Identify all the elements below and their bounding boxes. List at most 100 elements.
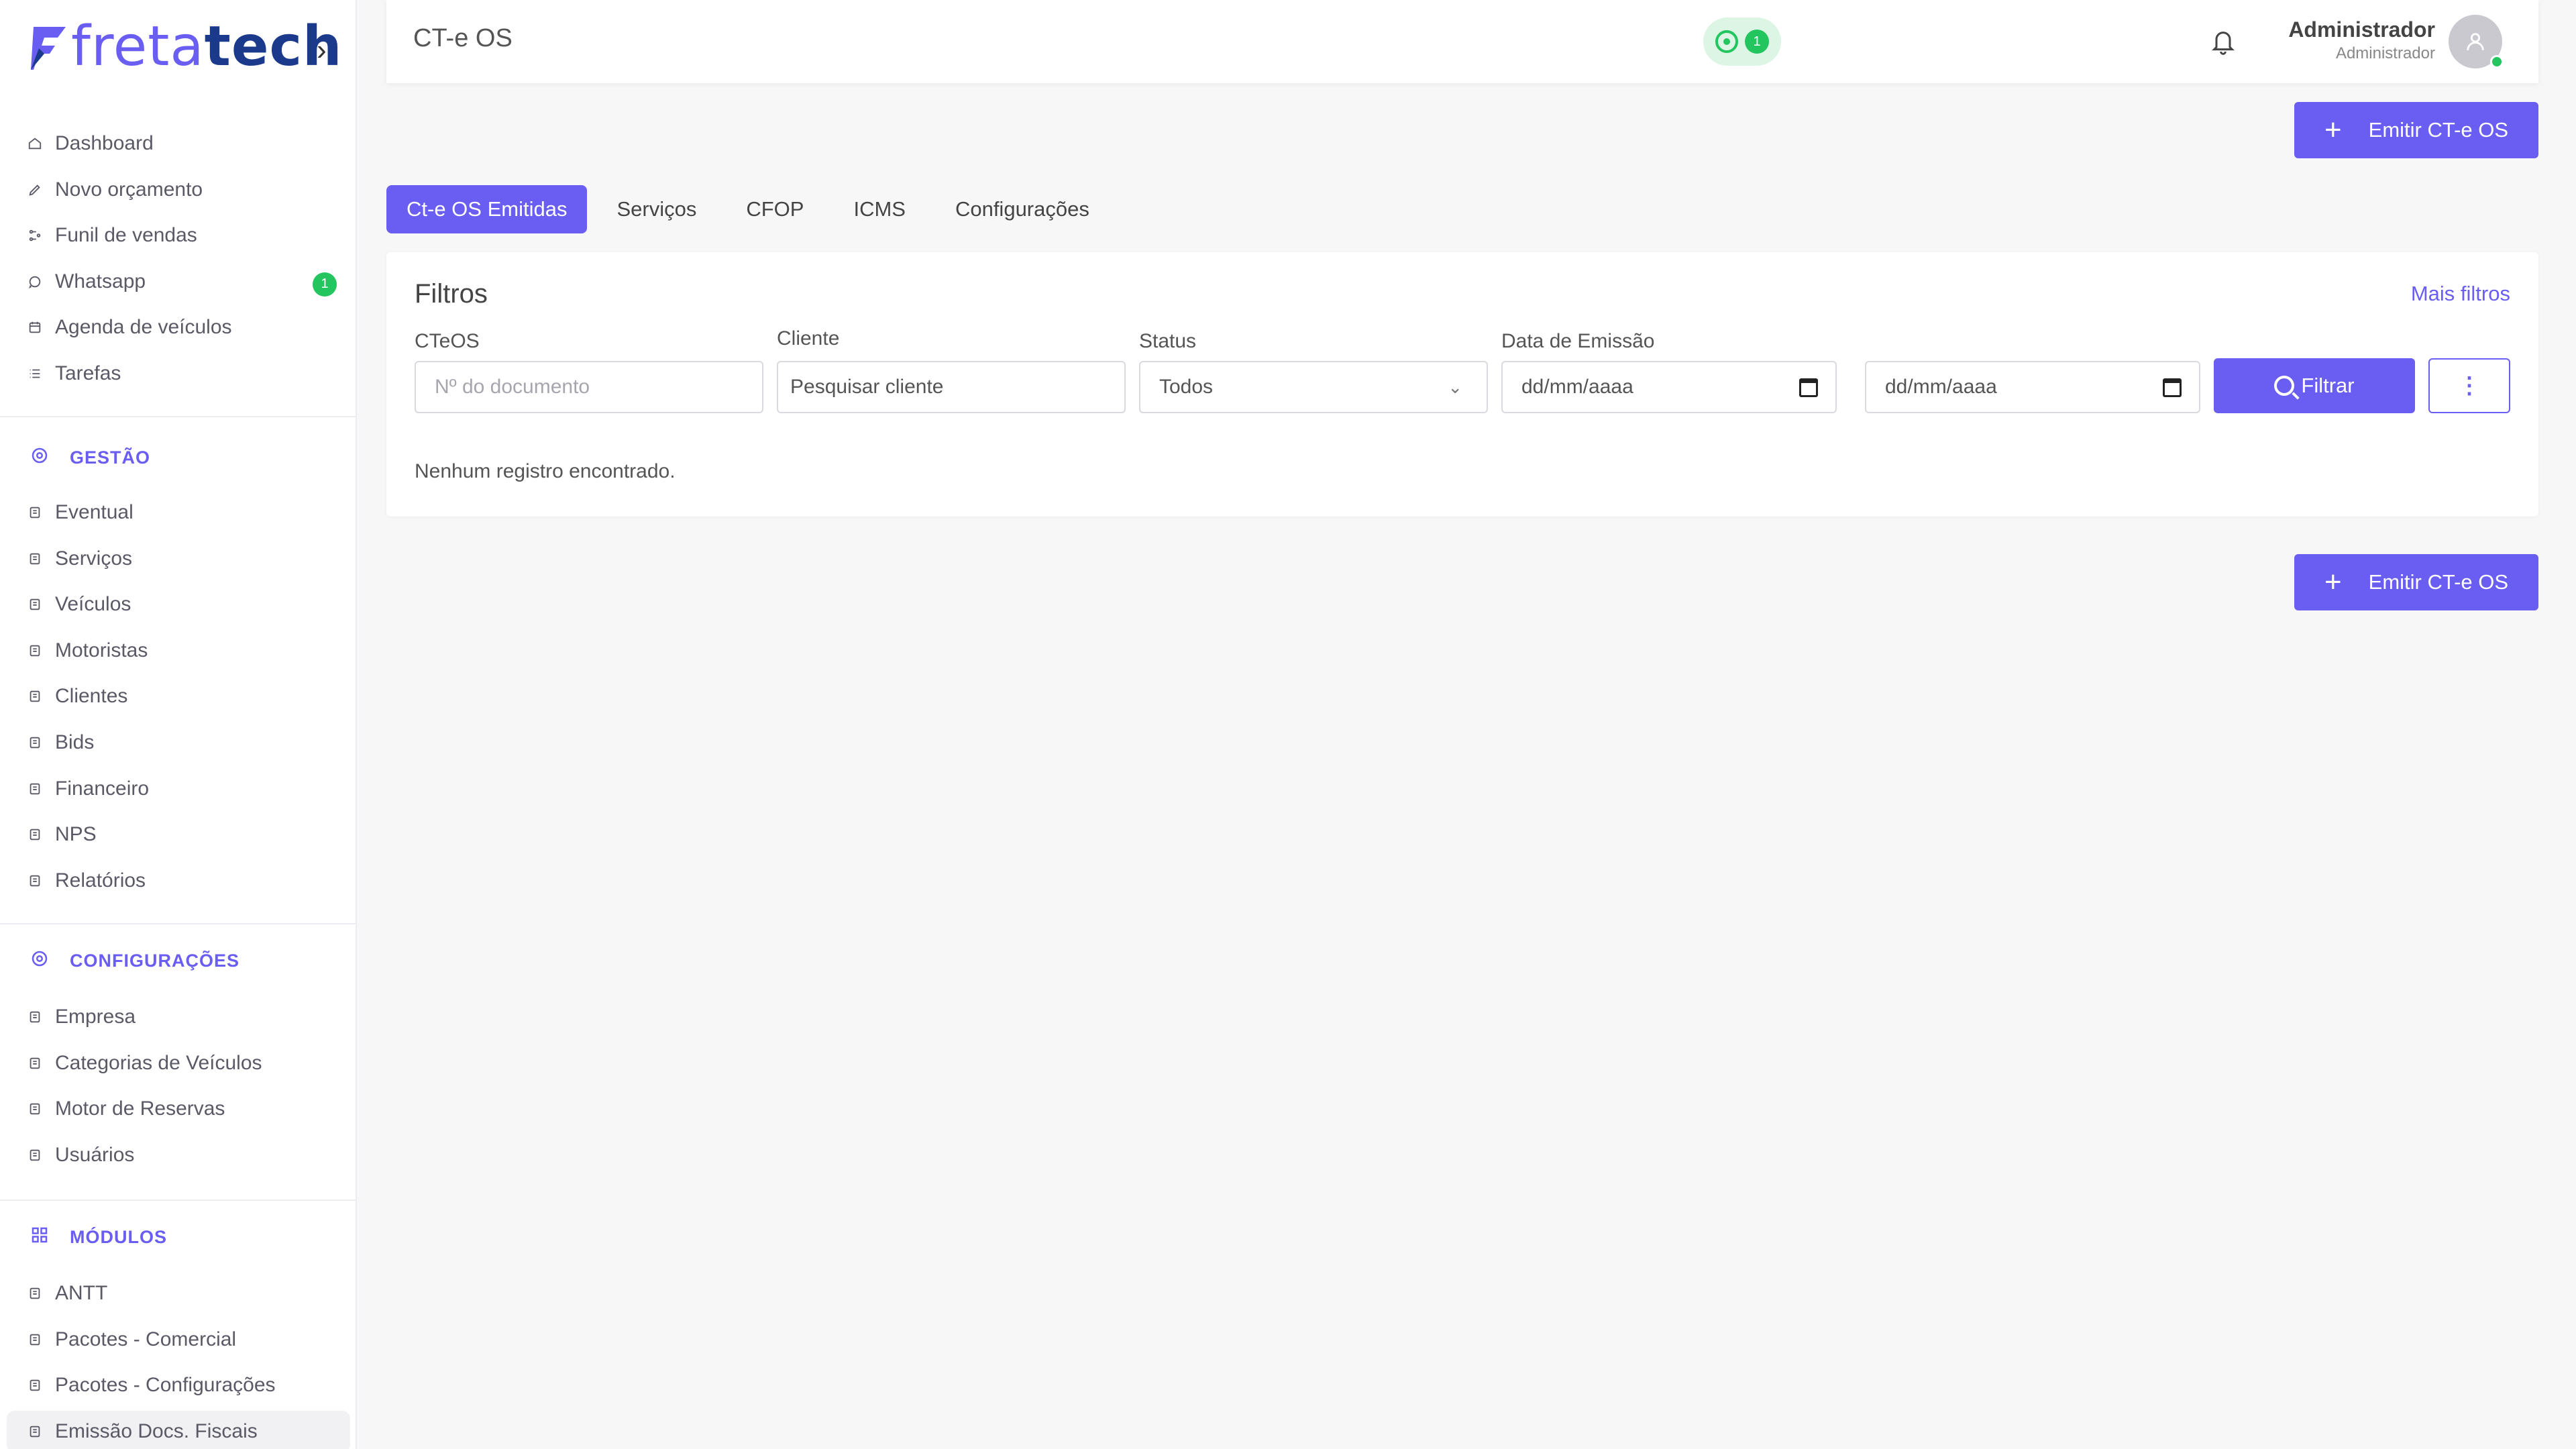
sidebar-item-empresa[interactable]: Empresa [0,996,357,1038]
sidebar-item-tarefas[interactable]: Tarefas [0,353,357,394]
sidebar-item-eventual[interactable]: Eventual [0,492,357,533]
search-icon [2274,376,2295,396]
whatsapp-icon [1715,30,1738,53]
document-icon [27,1424,43,1440]
more-filters-link[interactable]: Mais filtros [2411,282,2510,306]
sidebar-item-label: Bids [55,731,95,753]
sidebar-item-nps[interactable]: NPS [0,814,357,855]
sidebar-item-clientes[interactable]: Clientes [0,676,357,717]
sidebar: fretatech › Dashboard Novo orçamento Funil… [0,0,357,1449]
status-label: Status [1139,330,1197,352]
emission-date-label: Data de Emissão [1501,330,1655,352]
sidebar-item-label: Categorias de Veículos [55,1051,262,1074]
tab-configuracoes[interactable]: Configurações [935,185,1110,233]
whatsapp-count-badge: 1 [1745,30,1769,54]
sidebar-item-label: Eventual [55,501,133,523]
bell-icon[interactable] [2210,27,2237,56]
avatar[interactable] [2449,15,2504,68]
sidebar-item-dashboard[interactable]: Dashboard [0,123,357,164]
filter-button[interactable]: Filtrar [2214,358,2415,413]
section-title: CONFIGURAÇÕES [70,950,240,971]
sidebar-divider [0,416,357,417]
calendar-icon[interactable] [1799,378,1818,397]
user-name[interactable]: Administrador [2288,17,2435,42]
sidebar-item-label: Relatórios [55,869,146,892]
emission-date-to-input[interactable]: dd/mm/aaaa [1865,361,2200,413]
sidebar-item-financeiro[interactable]: Financeiro [0,768,357,810]
home-icon [27,136,43,152]
sidebar-item-label: Clientes [55,685,128,708]
sidebar-item-funil-de-vendas[interactable]: Funil de vendas [0,215,357,256]
sidebar-item-label: Whatsapp [55,270,146,292]
sidebar-item-label: ANTT [55,1282,108,1304]
tab-icms[interactable]: ICMS [833,185,926,233]
emission-date-from-input[interactable]: dd/mm/aaaa [1501,361,1837,413]
sidebar-item-label: Veículos [55,593,131,616]
document-icon [27,643,43,659]
sidebar-item-label: Funil de vendas [55,224,197,247]
document-icon [27,1055,43,1071]
sidebar-item-pacotes-comercial[interactable]: Pacotes - Comercial [0,1319,357,1360]
more-options-button[interactable]: ⋮ [2428,358,2510,413]
client-search-input[interactable]: Pesquisar cliente [777,361,1126,413]
document-icon [27,735,43,751]
sidebar-item-label: Dashboard [55,132,154,154]
sidebar-item-motoristas[interactable]: Motoristas [0,630,357,672]
sidebar-item-novo-or-amento[interactable]: Novo orçamento [0,169,357,211]
document-icon [27,781,43,797]
emit-cte-os-button-top[interactable]: + Emitir CT-e OS [2294,102,2538,158]
date-to-placeholder: dd/mm/aaaa [1885,376,1997,398]
sidebar-section-heading: GESTÃO [30,444,150,471]
sidebar-item-antt[interactable]: ANTT [0,1273,357,1314]
sidebar-item-label: Pacotes - Comercial [55,1328,237,1350]
sidebar-item-veiculos[interactable]: Veículos [0,584,357,625]
gear-icon [30,949,70,973]
sidebar-item-label: Financeiro [55,777,150,800]
sidebar-item-agenda-de-ve-culos[interactable]: Agenda de veículos [0,307,357,348]
sidebar-collapse-chevron-icon[interactable]: › [317,34,327,67]
sidebar-item-label: Agenda de veículos [55,316,232,339]
sidebar-item-whatsapp[interactable]: Whatsapp 1 [0,261,357,303]
tab-bar: Ct-e OS Emitidas Serviços CFOP ICMS Configur… [386,185,1119,233]
document-icon [27,1147,43,1163]
sidebar-item-motor-de-reservas[interactable]: Motor de Reservas [0,1088,357,1130]
document-icon [27,826,43,843]
cteos-label: CTeOS [415,330,480,352]
plus-icon: + [2324,566,2342,598]
whatsapp-icon [27,274,43,290]
sidebar-item-relatorios[interactable]: Relatórios [0,860,357,902]
modules-grid-icon [30,1225,70,1250]
calendar-icon[interactable] [2163,378,2182,397]
tab-ct-e-os-emitidas[interactable]: Ct-e OS Emitidas [386,185,588,233]
cteos-document-input[interactable]: Nº do documento [415,361,763,413]
brand-name: fretatech [71,15,343,78]
sidebar-item-categorias-de-veiculos[interactable]: Categorias de Veículos [0,1042,357,1084]
emit-cte-os-button-bottom[interactable]: + Emitir CT-e OS [2294,554,2538,610]
tab-servicos[interactable]: Serviços [596,185,716,233]
sidebar-item-label: Pacotes - Configurações [55,1374,276,1397]
document-icon [27,596,43,612]
sidebar-divider [0,1199,357,1201]
brand-logo[interactable]: fretatech [28,19,342,75]
chevron-down-icon: ⌄ [1448,377,1462,397]
filters-title: Filtros [415,279,488,309]
sidebar-item-emissao-docs-fiscais[interactable]: Emissão Docs. Fiscais [7,1410,350,1449]
sidebar-item-usuarios[interactable]: Usuários [0,1134,357,1176]
sidebar-item-servicos[interactable]: Serviços [0,538,357,580]
document-icon [27,1377,43,1393]
plus-icon: + [2324,113,2342,146]
sidebar-item-label: Novo orçamento [55,178,203,201]
whatsapp-notification-pill[interactable]: 1 [1703,17,1781,66]
logo-mark-icon [31,27,66,70]
emit-cte-os-label: Emitir CT-e OS [2368,118,2509,142]
user-icon [2467,33,2484,50]
whatsapp-badge: 1 [313,272,337,297]
status-select[interactable]: Todos ⌄ [1139,361,1488,413]
document-icon [27,504,43,521]
sidebar-item-pacotes-configuracoes[interactable]: Pacotes - Configurações [0,1364,357,1406]
sidebar-item-bids[interactable]: Bids [0,722,357,763]
tab-cfop[interactable]: CFOP [726,185,824,233]
sidebar-item-label: Motor de Reservas [55,1097,225,1120]
page-title: CT-e OS [413,24,513,52]
document-icon [27,1009,43,1025]
